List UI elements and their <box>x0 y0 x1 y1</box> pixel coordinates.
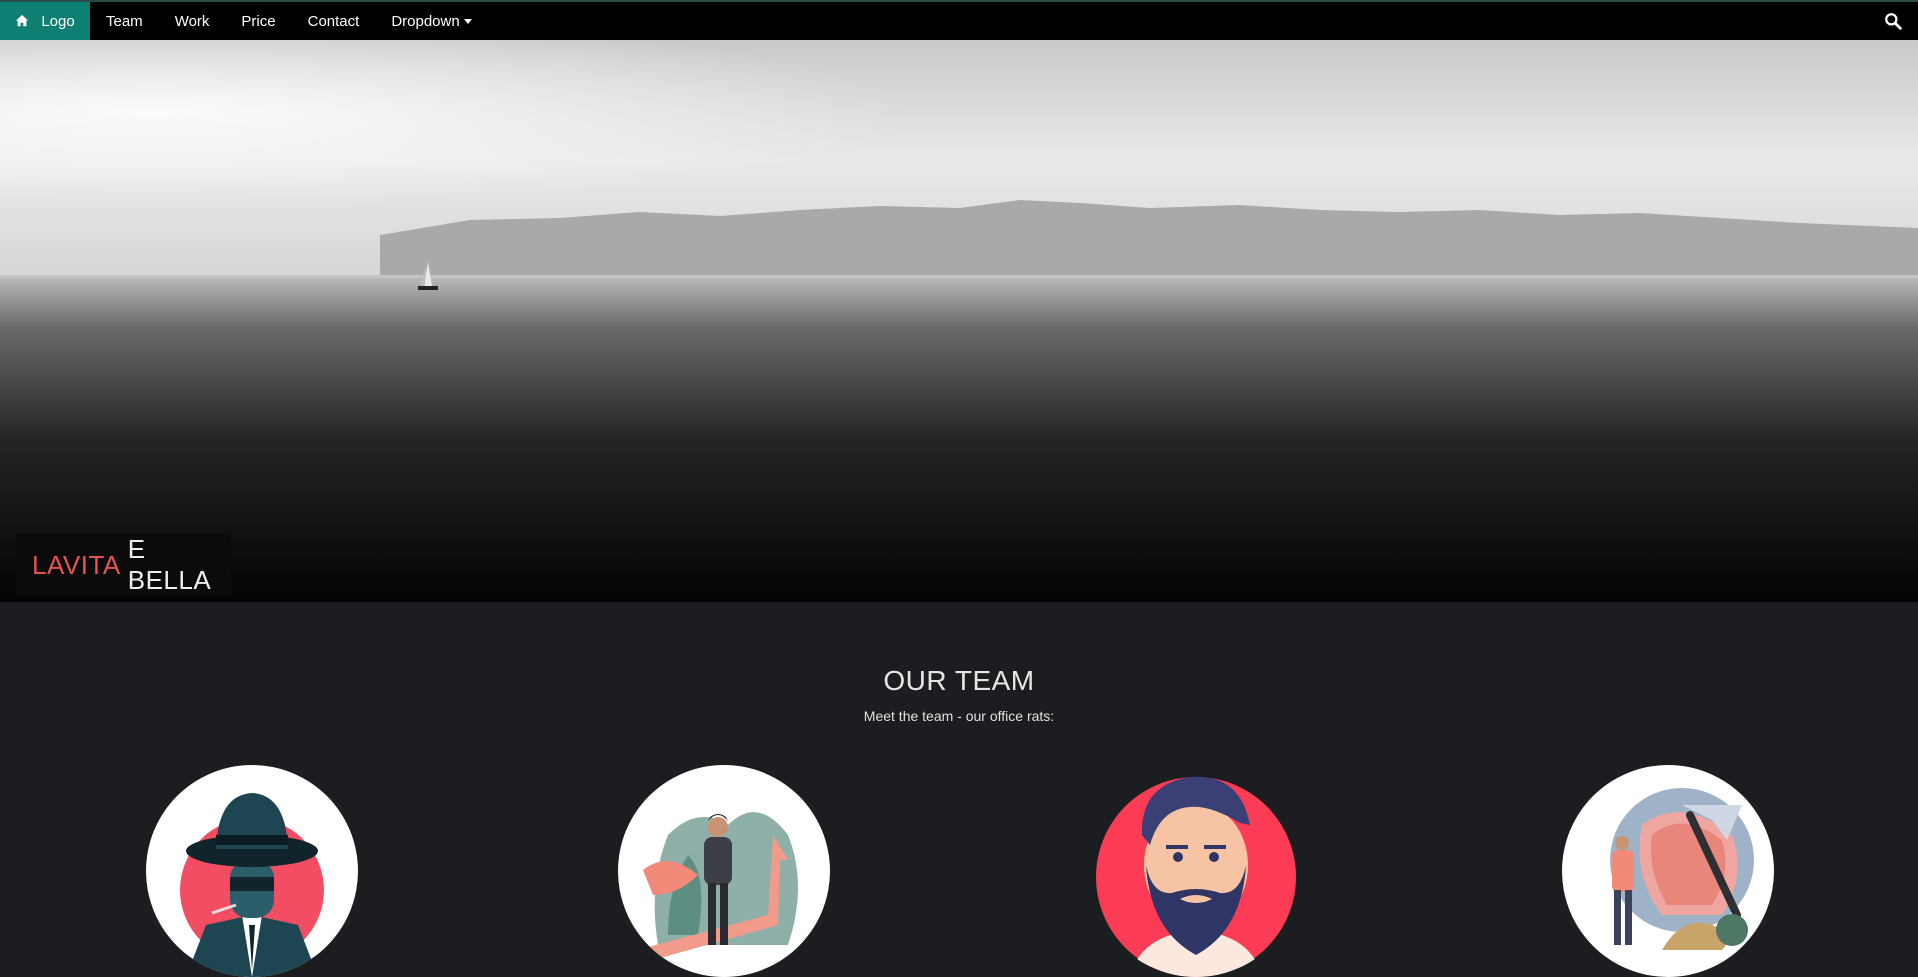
growth-illustration <box>643 812 798 960</box>
hero-banner: LAVITA E BELLA <box>0 40 1918 602</box>
nav-item-price[interactable]: Price <box>225 2 291 40</box>
nav-item-team[interactable]: Team <box>90 2 159 40</box>
hero-sea-image <box>0 40 1918 602</box>
team-member-avatar <box>1562 765 1774 977</box>
hero-caption-accent: LAVITA <box>32 549 121 580</box>
nav-logo-label: Logo <box>41 12 75 30</box>
bearded-man-illustration <box>1096 776 1296 977</box>
home-icon <box>16 14 29 27</box>
caret-down-icon <box>463 18 472 24</box>
team-member-avatar <box>618 765 830 977</box>
detective-illustration <box>180 793 324 977</box>
miner-illustration <box>1610 788 1754 950</box>
team-member-avatar <box>1090 765 1302 977</box>
nav-item-dropdown[interactable]: Dropdown <box>375 2 487 40</box>
nav-logo-link[interactable]: Logo <box>0 2 90 40</box>
hero-caption-rest: E BELLA <box>127 534 212 595</box>
navbar: Logo Team Work Price Contact Dropdown <box>0 2 1918 40</box>
hero-caption: LAVITA E BELLA <box>16 534 231 596</box>
team-section-subtitle: Meet the team - our office rats: <box>863 708 1055 724</box>
team-member-avatar <box>146 765 358 977</box>
nav-item-contact[interactable]: Contact <box>292 2 376 40</box>
search-icon[interactable] <box>1884 12 1902 30</box>
team-section-title: OUR TEAM <box>883 665 1035 696</box>
nav-item-work[interactable]: Work <box>159 2 226 40</box>
